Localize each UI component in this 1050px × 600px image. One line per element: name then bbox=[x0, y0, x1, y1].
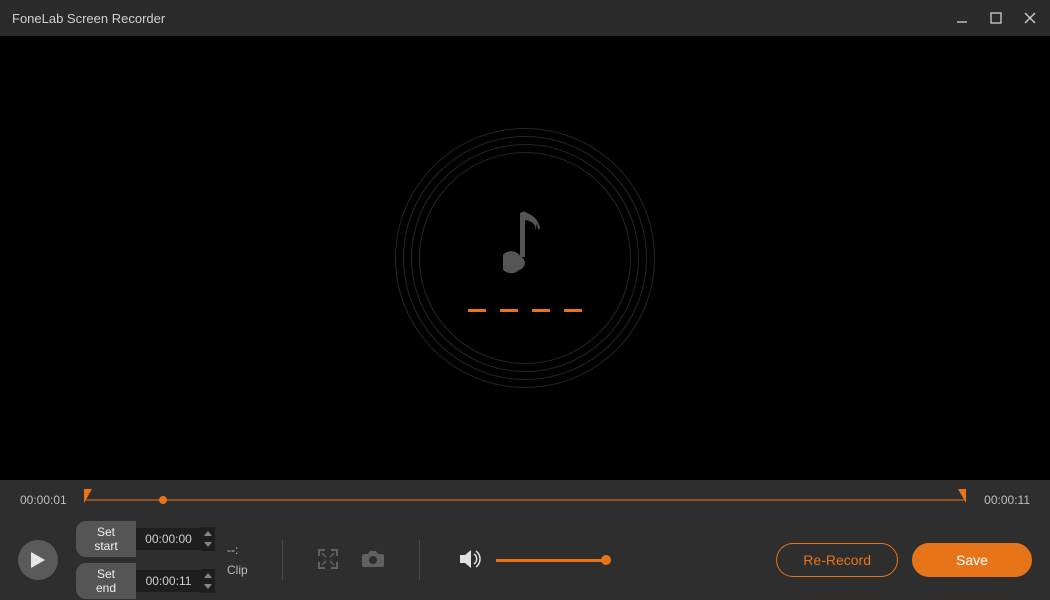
clip-dashes: --: bbox=[227, 543, 248, 557]
set-start-button[interactable]: Set start bbox=[76, 521, 136, 557]
volume-icon[interactable] bbox=[460, 549, 482, 572]
ring-icon bbox=[419, 152, 631, 364]
start-time-input[interactable]: 00:00:00 bbox=[136, 528, 201, 550]
clip-inputs: Set start 00:00:00 Set end 00:00:11 bbox=[76, 521, 215, 599]
rerecord-button[interactable]: Re-Record bbox=[776, 543, 898, 577]
volume-thumb[interactable] bbox=[601, 555, 611, 565]
trim-start-handle[interactable] bbox=[84, 489, 92, 503]
set-end-button[interactable]: Set end bbox=[76, 563, 136, 599]
divider bbox=[419, 540, 420, 580]
timeline-track bbox=[84, 500, 966, 501]
window-controls bbox=[954, 10, 1038, 26]
divider bbox=[282, 540, 283, 580]
stepper-up-icon[interactable] bbox=[201, 528, 215, 539]
timeline-bar: 00:00:01 00:00:11 bbox=[0, 480, 1050, 520]
minimize-button[interactable] bbox=[954, 10, 970, 26]
title-bar: FoneLab Screen Recorder bbox=[0, 0, 1050, 36]
stepper-down-icon[interactable] bbox=[201, 581, 215, 592]
camera-icon[interactable] bbox=[361, 549, 385, 572]
clip-controls: Set start 00:00:00 Set end 00:00:11 --: … bbox=[76, 521, 248, 599]
audio-visualizer bbox=[385, 118, 665, 398]
play-button[interactable] bbox=[18, 540, 58, 580]
close-button[interactable] bbox=[1022, 10, 1038, 26]
start-time-stepper[interactable] bbox=[201, 527, 215, 551]
stepper-up-icon[interactable] bbox=[201, 570, 215, 581]
playhead[interactable] bbox=[159, 496, 167, 504]
stepper-down-icon[interactable] bbox=[201, 539, 215, 550]
clip-start-row: Set start 00:00:00 bbox=[76, 521, 215, 557]
preview-area bbox=[0, 36, 1050, 480]
current-time: 00:00:01 bbox=[20, 493, 70, 507]
volume-control bbox=[460, 549, 606, 572]
action-buttons: Re-Record Save bbox=[776, 543, 1032, 577]
end-time-stepper[interactable] bbox=[201, 569, 215, 593]
clip-text: Clip bbox=[227, 563, 248, 577]
timeline-slider[interactable] bbox=[84, 491, 966, 509]
fullscreen-icon[interactable] bbox=[317, 548, 339, 573]
end-time-input[interactable]: 00:00:11 bbox=[136, 570, 201, 592]
save-button[interactable]: Save bbox=[912, 543, 1032, 577]
volume-slider[interactable] bbox=[496, 559, 606, 562]
controls-bar: Set start 00:00:00 Set end 00:00:11 --: … bbox=[0, 520, 1050, 600]
clip-label: --: Clip --: bbox=[227, 543, 248, 577]
trim-end-handle[interactable] bbox=[958, 489, 966, 503]
tool-icons bbox=[317, 548, 385, 573]
total-time: 00:00:11 bbox=[980, 493, 1030, 507]
app-title: FoneLab Screen Recorder bbox=[12, 11, 165, 26]
clip-end-row: Set end 00:00:11 bbox=[76, 563, 215, 599]
maximize-button[interactable] bbox=[988, 10, 1004, 26]
